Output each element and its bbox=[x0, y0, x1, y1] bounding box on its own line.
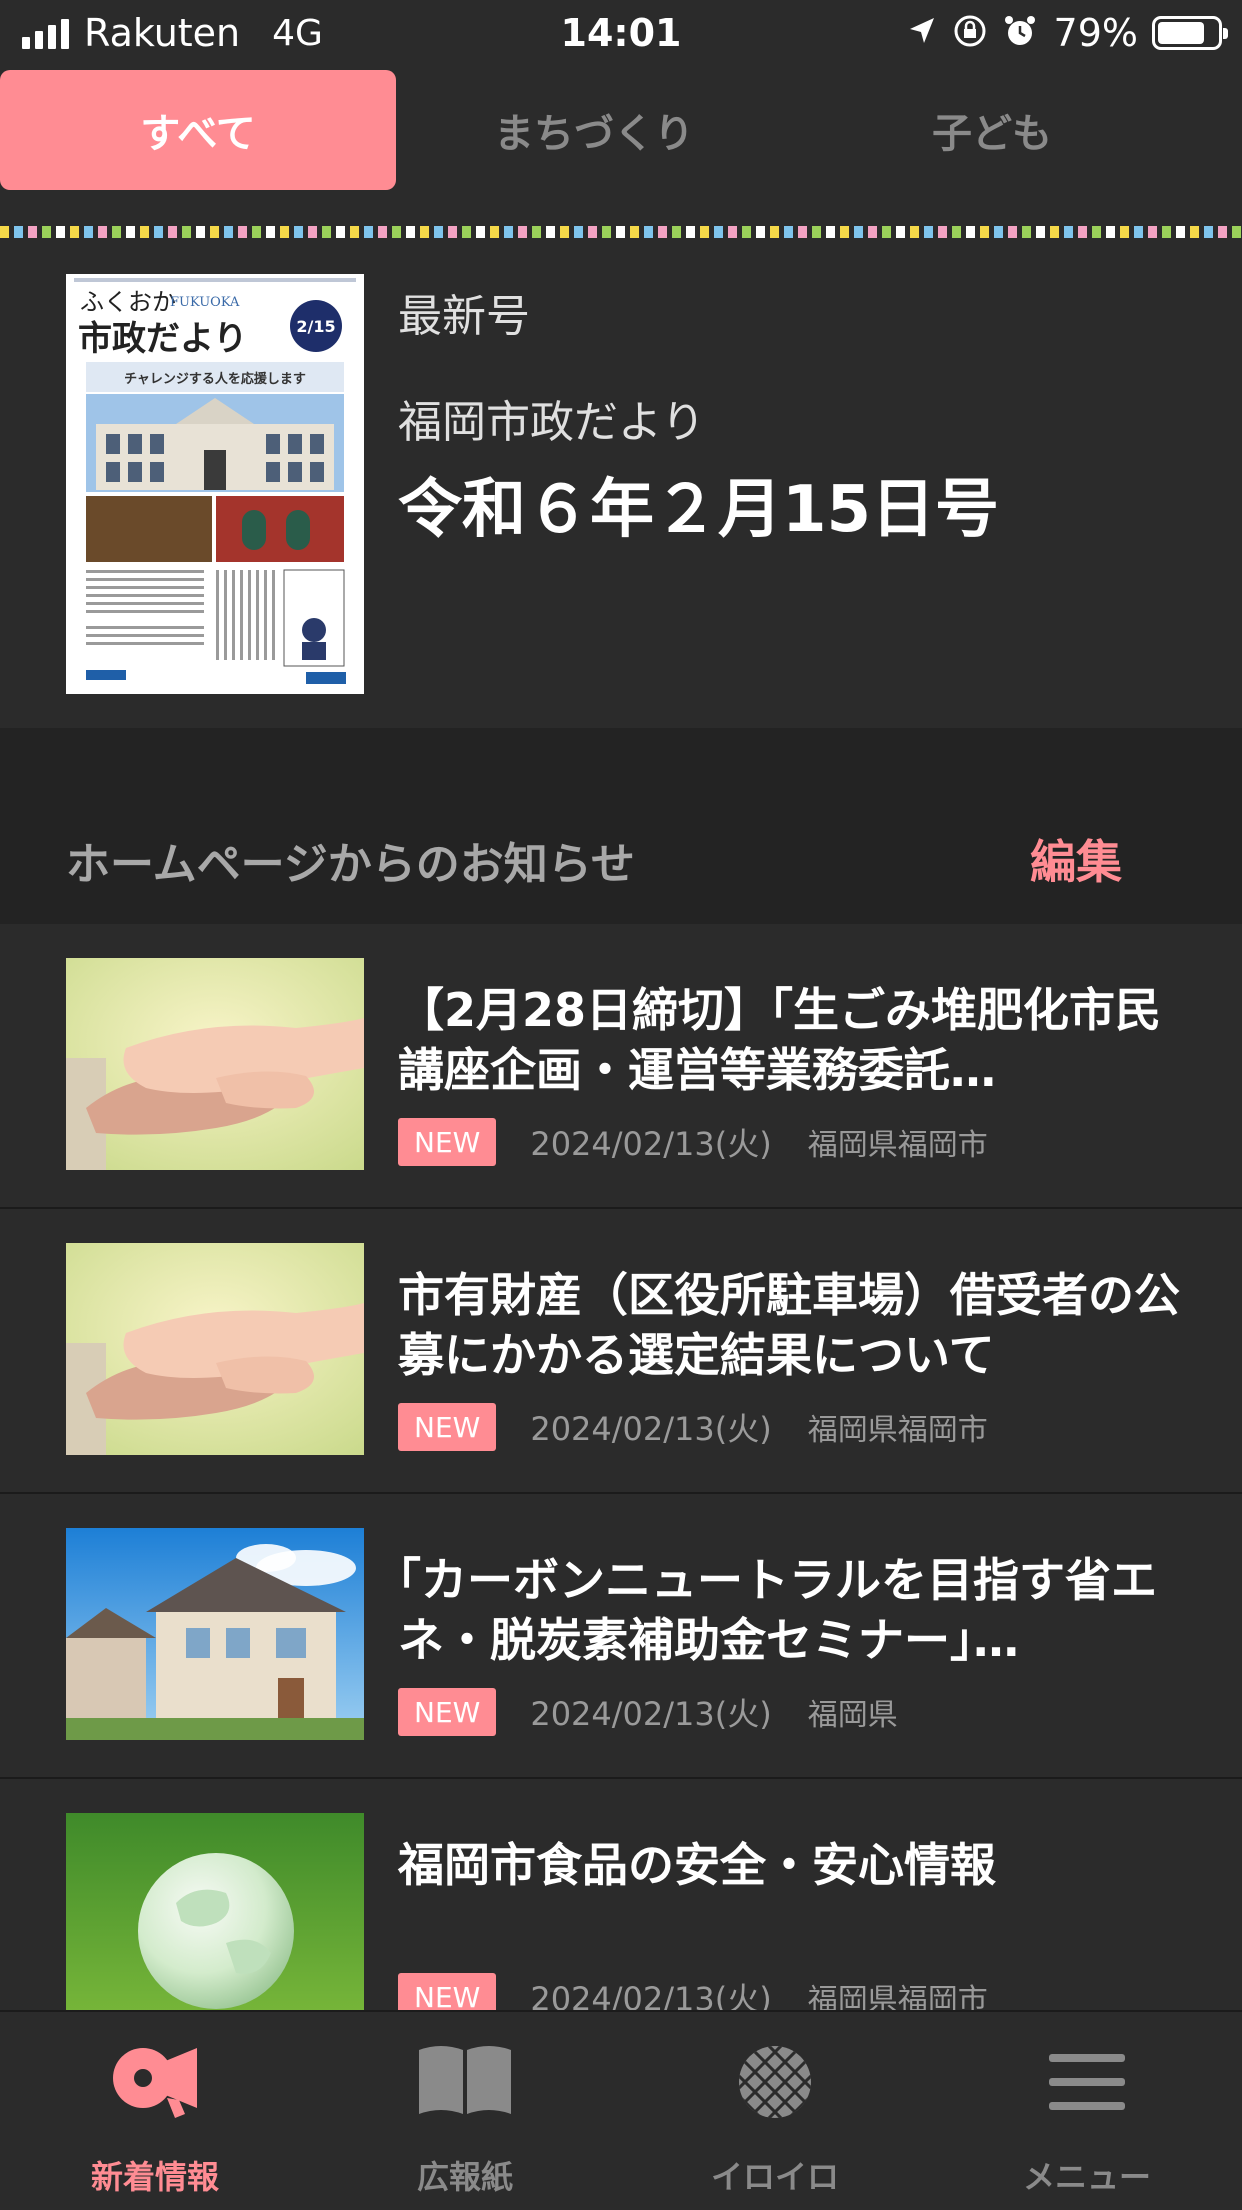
news-source: 福岡県福岡市 bbox=[807, 1128, 988, 1163]
nav-news[interactable]: 新着情報 bbox=[0, 2012, 310, 2210]
latest-issue-label: 最新号 bbox=[398, 291, 530, 342]
hands-photo bbox=[66, 958, 364, 1170]
nav-label: 新着情報 bbox=[90, 2158, 219, 2196]
nav-iroiro[interactable]: イロイロ bbox=[620, 2012, 930, 2210]
edit-button[interactable]: 編集 bbox=[1030, 826, 1122, 892]
tab-children[interactable]: 子ども bbox=[794, 70, 1190, 190]
news-source: 福岡県 bbox=[807, 1698, 898, 1733]
nav-menu[interactable]: メニュー bbox=[932, 2012, 1242, 2210]
house-photo bbox=[66, 1528, 364, 1740]
cover-title-kana: ふくおか bbox=[80, 288, 176, 316]
cover-title-en: FUKUOKA bbox=[170, 295, 240, 310]
news-date: 2024/02/13(火) bbox=[530, 1125, 772, 1163]
battery-percent: 79% bbox=[1053, 11, 1138, 55]
nav-label: メニュー bbox=[1022, 2158, 1151, 2196]
book-icon bbox=[419, 2046, 511, 2114]
section-title: ホームページからのお知らせ bbox=[66, 839, 635, 890]
hands-photo bbox=[66, 1243, 364, 1455]
news-title: 市有財産（区役所駐車場）借受者の公募にかかる選定結果について bbox=[398, 1268, 1180, 1382]
battery-icon bbox=[1152, 16, 1228, 50]
globe-photo bbox=[66, 1813, 364, 2025]
nav-label: 広報紙 bbox=[416, 2158, 513, 2196]
nav-label: イロイロ bbox=[710, 2158, 839, 2196]
news-source: 福岡県福岡市 bbox=[807, 1413, 988, 1448]
news-title: ｢カーボンニュートラルを目指す省エネ・脱炭素補助金セミナー｣… bbox=[398, 1553, 1157, 1667]
latest-issue-card[interactable]: ふくおか FUKUOKA 市政だより 2/15 チャレンジする人を応援します 最… bbox=[0, 240, 1242, 728]
grid-ball-icon bbox=[739, 2046, 811, 2118]
news-list: 【2月28日締切】｢生ごみ堆肥化市民講座企画・運営等業務委託… NEW 2024… bbox=[0, 924, 1242, 2064]
news-item[interactable]: 市有財産（区役所駐車場）借受者の公募にかかる選定結果について NEW 2024/… bbox=[0, 1209, 1242, 1494]
publication-name: 福岡市政だより bbox=[398, 397, 706, 448]
megaphone-icon bbox=[113, 2048, 197, 2118]
nav-newsletter[interactable]: 広報紙 bbox=[310, 2012, 620, 2210]
status-bar: Rakuten 4G 14:01 79% bbox=[0, 0, 1242, 66]
newsletter-cover-image[interactable]: ふくおか FUKUOKA 市政だより 2/15 チャレンジする人を応援します bbox=[66, 274, 364, 694]
news-date: 2024/02/13(火) bbox=[530, 1695, 772, 1733]
new-badge: NEW bbox=[398, 1688, 497, 1736]
rotation-lock-icon bbox=[952, 13, 988, 53]
issue-date: 令和６年２月15日号 bbox=[398, 473, 1000, 547]
news-date: 2024/02/13(火) bbox=[530, 1410, 772, 1448]
tab-all[interactable]: すべて bbox=[0, 70, 396, 190]
news-title: 福岡市食品の安全・安心情報 bbox=[398, 1838, 996, 1892]
location-icon bbox=[906, 15, 938, 51]
bottom-nav: 新着情報 広報紙 イロイロ メニュー bbox=[0, 2010, 1242, 2208]
news-item[interactable]: ｢カーボンニュートラルを目指す省エネ・脱炭素補助金セミナー｣… NEW 2024… bbox=[0, 1494, 1242, 1779]
decorative-dotted-strip bbox=[0, 226, 1241, 238]
alarm-icon bbox=[1002, 13, 1038, 53]
new-badge: NEW bbox=[398, 1403, 497, 1451]
news-item[interactable]: 【2月28日締切】｢生ごみ堆肥化市民講座企画・運営等業務委託… NEW 2024… bbox=[0, 924, 1242, 1209]
menu-icon bbox=[1049, 2054, 1125, 2110]
cover-headline: チャレンジする人を応援します bbox=[124, 371, 306, 387]
new-badge: NEW bbox=[398, 1118, 497, 1166]
tab-town-planning[interactable]: まちづくり bbox=[396, 70, 792, 190]
cover-title-main: 市政だより bbox=[78, 319, 247, 359]
category-tabs: すべて まちづくり 子ども bbox=[0, 66, 1242, 196]
news-title: 【2月28日締切】｢生ごみ堆肥化市民講座企画・運営等業務委託… bbox=[398, 983, 1162, 1097]
cover-date-badge: 2/15 bbox=[296, 317, 335, 336]
